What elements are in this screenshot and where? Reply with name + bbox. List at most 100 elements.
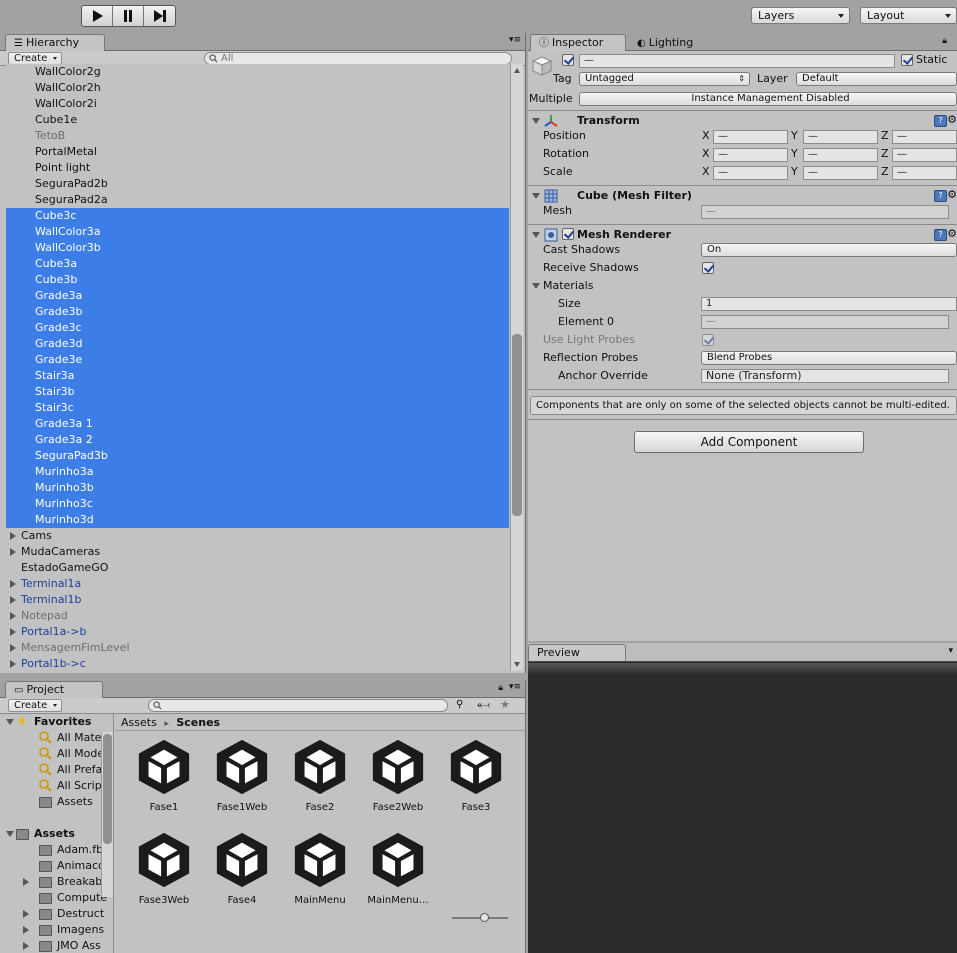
fold-open-icon[interactable] [532,118,540,124]
tab-inspector[interactable]: ⓘ Inspector [530,34,626,51]
active-checkbox[interactable] [562,54,574,66]
hierarchy-row[interactable]: SeguraPad2a [6,192,509,208]
gear-icon[interactable]: ⚙ [947,227,957,240]
breadcrumb-scenes[interactable]: Scenes [176,716,220,729]
fold-closed-icon[interactable] [23,910,29,918]
mesh-filter-header[interactable]: Cube (Mesh Filter) ? ⚙ [528,185,957,205]
hierarchy-row[interactable]: Grade3e [6,352,509,368]
filter-label-icon[interactable]: ⬷ [477,698,490,712]
zoom-slider[interactable] [452,913,508,922]
fold-closed-icon[interactable] [10,596,16,604]
hierarchy-row[interactable]: WallColor2g [6,64,509,80]
project-tree-item[interactable]: Compute [6,890,113,906]
hierarchy-row[interactable]: MudaCameras [6,544,509,560]
project-tree-item[interactable]: All Prefa [6,762,113,778]
mesh-renderer-enabled-checkbox[interactable] [562,228,574,240]
project-tree-item[interactable]: Imagens [6,922,113,938]
static-checkbox[interactable] [901,54,913,66]
hierarchy-row[interactable]: Cube3b [6,272,509,288]
hierarchy-scrollbar[interactable] [510,64,523,671]
layers-dropdown[interactable]: Layers [751,7,850,24]
fold-closed-icon[interactable] [23,926,29,934]
transform-z-input[interactable]: — [892,148,957,162]
materials-fold-icon[interactable] [532,283,540,289]
lock-icon[interactable]: 🔒︎ [942,36,947,46]
layout-dropdown[interactable]: Layout [860,7,957,24]
hierarchy-row[interactable]: Portal1a->b [6,624,509,640]
panel-menu-icon[interactable]: ▾≡ [509,682,521,692]
project-tree-item[interactable]: JMO Ass [6,938,113,953]
project-tree-item[interactable]: Animaco [6,858,113,874]
hierarchy-row[interactable]: Cams [6,528,509,544]
project-search-input[interactable] [148,699,448,712]
hierarchy-row[interactable]: Cube1e [6,112,509,128]
scene-asset[interactable]: Fase1Web [203,738,281,813]
add-component-button[interactable]: Add Component [634,431,864,453]
scene-asset[interactable]: MainMenu [281,831,359,906]
scene-asset[interactable]: Fase2 [281,738,359,813]
filter-type-icon[interactable]: ⚲ [456,699,463,710]
project-tree-item[interactable]: Assets [6,794,113,810]
project-tree-item[interactable]: All Script [6,778,113,794]
project-tree-item[interactable]: Assets [6,826,113,842]
hierarchy-row[interactable]: Point light [6,160,509,176]
project-tree-item[interactable]: All Mode [6,746,113,762]
favorite-star-icon[interactable]: ★ [500,698,510,711]
scene-asset[interactable]: Fase3 [437,738,515,813]
transform-x-input[interactable]: — [713,166,788,180]
reflection-probes-dropdown[interactable]: Blend Probes [701,351,957,365]
fold-closed-icon[interactable] [10,660,16,668]
project-tree-item[interactable]: ★ Favorites [6,714,113,730]
hierarchy-row[interactable]: Portal1b->c [6,656,509,671]
instance-management-button[interactable]: Instance Management Disabled [579,92,957,106]
fold-open-icon[interactable] [532,193,540,199]
tab-project[interactable]: ▭ Project [5,681,103,698]
receive-shadows-checkbox[interactable] [702,262,714,274]
hierarchy-row[interactable]: Murinho3b [6,480,509,496]
hierarchy-row[interactable]: Terminal1b [6,592,509,608]
cast-shadows-dropdown[interactable]: On [701,243,957,257]
hierarchy-row[interactable]: Stair3b [6,384,509,400]
fold-open-icon[interactable] [6,831,14,837]
transform-x-input[interactable]: — [713,148,788,162]
hierarchy-row[interactable]: Grade3c [6,320,509,336]
project-tree-item[interactable]: Adam.fb [6,842,113,858]
project-tree-item[interactable]: Breakab [6,874,113,890]
transform-y-input[interactable]: — [803,166,878,180]
lock-icon[interactable]: 🔒︎ [498,683,503,693]
scene-asset[interactable]: Fase2Web [359,738,437,813]
hierarchy-row[interactable]: MensagemFimLevel [6,640,509,656]
fold-closed-icon[interactable] [10,612,16,620]
fold-open-icon[interactable] [532,232,540,238]
object-name-input[interactable]: — [579,54,895,68]
transform-x-input[interactable]: — [713,130,788,144]
mesh-field[interactable]: — [701,205,949,219]
help-book-icon[interactable]: ? [934,229,947,241]
transform-y-input[interactable]: — [803,130,878,144]
fold-closed-icon[interactable] [10,580,16,588]
hierarchy-row[interactable]: Cube3c [6,208,509,224]
panel-menu-icon[interactable]: ▾≡ [509,35,521,45]
hierarchy-row[interactable]: PortalMetal [6,144,509,160]
hierarchy-row[interactable]: WallColor3a [6,224,509,240]
hierarchy-row[interactable]: Notepad [6,608,509,624]
hierarchy-row[interactable]: WallColor2h [6,80,509,96]
hierarchy-row[interactable]: Grade3d [6,336,509,352]
transform-header[interactable]: Transform ? ⚙ [528,110,957,130]
scroll-down-icon[interactable] [514,662,520,667]
fold-closed-icon[interactable] [23,942,29,950]
step-button[interactable] [144,6,175,26]
hierarchy-row[interactable]: Grade3a [6,288,509,304]
scene-asset[interactable]: Fase3Web [125,831,203,906]
tab-hierarchy[interactable]: ☰ Hierarchy [5,34,105,51]
fold-closed-icon[interactable] [10,628,16,636]
hierarchy-row[interactable]: Cube3a [6,256,509,272]
layer-dropdown[interactable]: Default [796,72,957,86]
hierarchy-scroll-thumb[interactable] [512,334,522,516]
zoom-slider-handle[interactable] [480,913,489,922]
transform-y-input[interactable]: — [803,148,878,162]
project-tree-scrollbar[interactable] [101,732,113,897]
hierarchy-row[interactable]: EstadoGameGO [6,560,509,576]
size-input[interactable]: 1 [701,297,957,311]
fold-open-icon[interactable] [6,719,14,725]
